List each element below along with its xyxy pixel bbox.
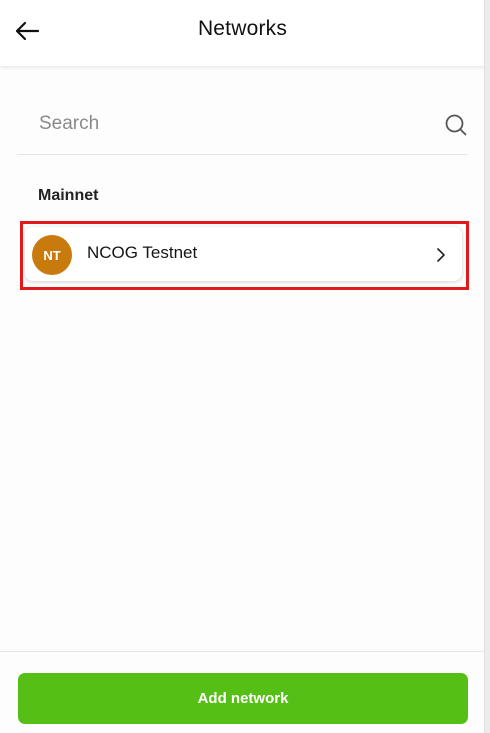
section-label-mainnet: Mainnet — [38, 187, 99, 204]
page-title: Networks — [197, 17, 288, 40]
highlight-box — [20, 221, 469, 290]
footer-bar: Add network — [0, 651, 485, 733]
header-bar: Networks — [0, 0, 485, 66]
search-icon[interactable] — [444, 113, 468, 137]
search-bar — [17, 100, 468, 155]
networks-screen: Networks Mainnet NT NCOG Testnet Add net… — [0, 0, 485, 733]
search-input[interactable] — [37, 108, 421, 140]
add-network-button[interactable]: Add network — [18, 673, 468, 724]
window-edge — [484, 0, 490, 733]
